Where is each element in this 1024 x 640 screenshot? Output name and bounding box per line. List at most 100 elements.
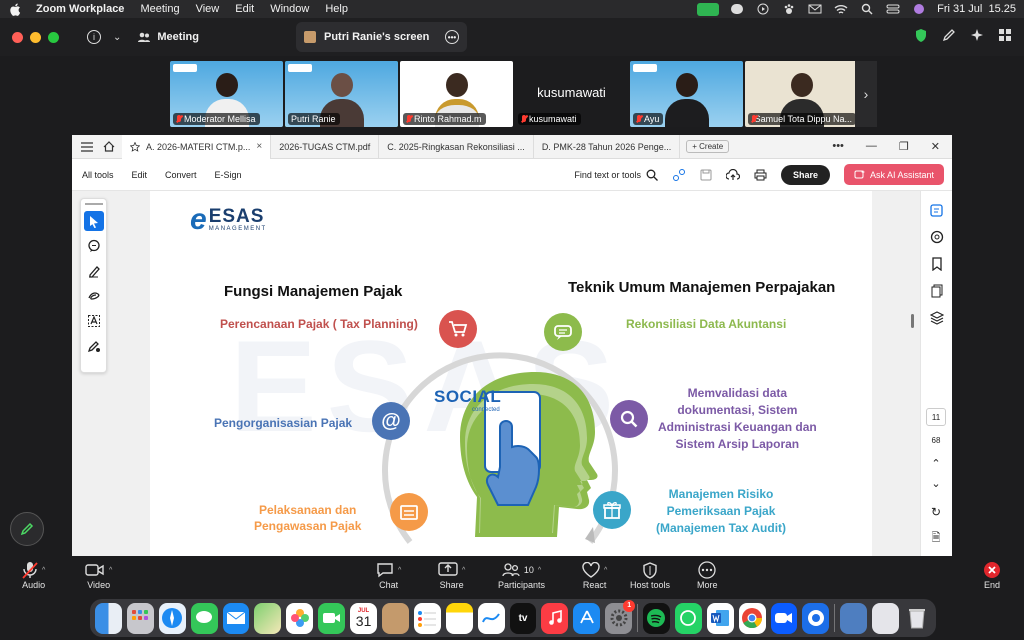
zoom-icon[interactable] [770,602,798,634]
chat-options-chevron[interactable]: ^ [398,567,401,574]
fill-sign-icon[interactable] [84,336,104,356]
participants-options-chevron[interactable]: ^ [538,567,541,574]
star-icon[interactable] [130,141,140,152]
launchpad-icon[interactable] [126,602,154,634]
more-options-icon[interactable]: ••• [832,140,844,153]
close-tab-icon[interactable]: × [256,141,262,152]
ask-ai-assistant-button[interactable]: Ask AI Assistant [843,164,944,185]
tab-pmk[interactable]: D. PMK-28 Tahun 2026 Penge... [534,135,681,159]
menu-help[interactable]: Help [325,3,348,15]
vertical-scrollbar[interactable] [911,314,914,328]
tab-materi-ctm[interactable]: A. 2026-MATERI CTM.p... × [122,135,272,159]
highlighter-icon[interactable] [84,261,104,281]
share-control[interactable]: ^ Share [438,560,465,590]
menu-app-name[interactable]: Zoom Workplace [36,3,124,15]
more-control[interactable]: More [697,560,718,590]
play-icon[interactable] [755,3,771,15]
upload-cloud-icon[interactable] [725,168,740,181]
save-pdf-icon[interactable]: 🗎 [926,529,946,548]
participant-tile[interactable]: Ayu [630,61,743,127]
minimize-icon[interactable]: — [866,140,877,153]
spotify-icon[interactable] [643,602,670,634]
react-control[interactable]: ^ React [582,560,607,590]
screen-share-indicator[interactable]: Putri Ranie's screen ••• [296,22,467,52]
participant-tile[interactable]: Samuel Tota Dippu Na... [745,61,858,127]
react-options-chevron[interactable]: ^ [604,567,607,574]
calendar-icon[interactable]: JUL 31 [350,602,378,634]
zoom-video-status-icon[interactable] [697,2,720,16]
sparkle-icon[interactable] [970,28,984,42]
layers-icon[interactable] [929,310,945,326]
menu-view[interactable]: View [196,3,220,15]
control-center-icon[interactable] [885,3,901,15]
maps-icon[interactable] [254,602,282,634]
participants-control[interactable]: 10 ^ Participants [498,560,545,590]
search-icon[interactable] [859,3,875,15]
pages-icon[interactable] [929,283,945,299]
convert-menu[interactable]: Convert [165,170,197,180]
ai-tools-icon[interactable] [672,168,686,182]
participant-tile[interactable]: Moderator Mellisa [170,61,283,127]
more-options-icon[interactable]: ••• [445,30,459,44]
meeting-menu[interactable]: Meeting [137,31,199,43]
refresh-icon[interactable]: ↻ [926,505,946,519]
photos-icon[interactable] [286,602,314,634]
participant-tile[interactable]: kusumawati kusumawati [515,61,628,127]
hamburger-menu-icon[interactable] [80,140,94,154]
audio-options-chevron[interactable]: ^ [42,567,45,574]
ai-summary-icon[interactable] [929,202,945,218]
page-number-input[interactable]: 11 [926,408,946,426]
end-control[interactable]: End [983,560,1001,590]
edit-menu[interactable]: Edit [132,170,148,180]
audio-control[interactable]: ^ Audio [22,560,45,590]
app-store-icon[interactable] [573,602,601,634]
apple-icon[interactable] [8,2,22,16]
chevron-right-icon[interactable]: › [855,61,877,127]
comment-icon[interactable] [84,236,104,256]
video-control[interactable]: ^ Video [85,560,112,590]
chat-control[interactable]: ^ Chat [376,560,401,590]
restore-icon[interactable]: ❐ [899,140,909,153]
fullscreen-window-button[interactable] [48,31,59,43]
wifi-icon[interactable] [833,3,849,15]
annotate-pen-button[interactable] [10,512,44,546]
menu-edit[interactable]: Edit [235,3,254,15]
mail-icon[interactable] [222,602,250,634]
bookmark-icon[interactable] [929,256,945,272]
music-icon[interactable] [541,602,569,634]
menu-clock[interactable]: Fri 31 Jul 15.25 [937,3,1016,15]
finder-icon[interactable] [95,602,122,634]
find-tools[interactable]: Find text or tools [574,169,658,181]
close-icon[interactable]: ✕ [931,140,940,153]
share-button[interactable]: Share [780,164,830,185]
esign-menu[interactable]: E-Sign [215,170,242,180]
previous-page-icon[interactable]: ⌃ [926,457,946,470]
shield-icon[interactable] [914,28,928,43]
chrome-icon[interactable] [738,602,766,634]
draw-freehand-icon[interactable] [84,286,104,306]
save-icon[interactable] [700,169,712,181]
vpn-shield-icon[interactable] [802,602,830,634]
next-page-icon[interactable]: ⌄ [926,477,946,490]
paw-icon[interactable] [781,3,797,15]
print-icon[interactable] [754,169,767,181]
grid-view-icon[interactable] [998,28,1012,42]
participant-tile[interactable]: Rinto Rahmad.m [400,61,513,127]
downloads-stack-icon[interactable] [840,602,868,634]
text-box-icon[interactable] [84,311,104,331]
video-options-chevron[interactable]: ^ [109,567,112,574]
contacts-icon[interactable] [382,602,409,634]
menu-meeting[interactable]: Meeting [140,3,179,15]
documents-stack-icon[interactable] [872,602,900,634]
all-tools-menu[interactable]: All tools [82,170,114,180]
create-button[interactable]: + Create [686,140,730,153]
host-tools-control[interactable]: Host tools [630,560,670,590]
word-icon[interactable] [706,602,734,634]
facetime-icon[interactable] [318,602,346,634]
participant-tile-active-speaker[interactable]: Putri Ranie [285,61,398,127]
mail-icon[interactable] [807,3,823,15]
home-icon[interactable] [102,140,116,154]
siri-icon[interactable] [911,3,927,15]
safari-icon[interactable] [158,602,186,634]
close-window-button[interactable] [12,31,23,43]
